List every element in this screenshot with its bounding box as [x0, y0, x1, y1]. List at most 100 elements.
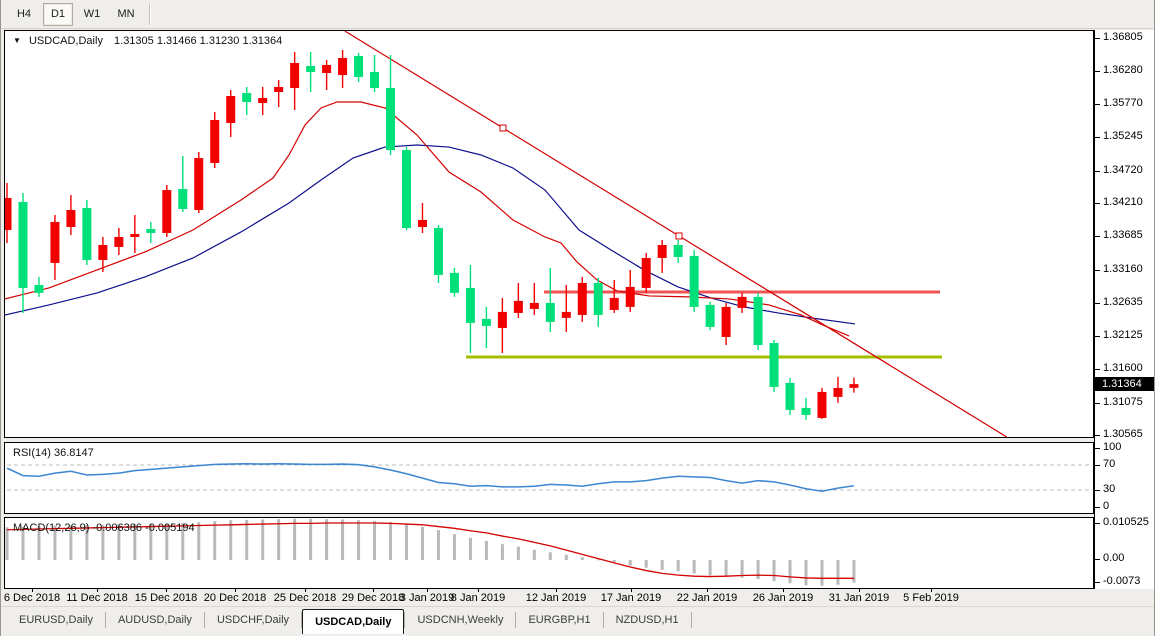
date-axis-label: 25 Dec 2018 [274, 592, 336, 604]
macd-histogram-bar [501, 544, 504, 560]
candle-body [34, 285, 43, 293]
candlestick-chart[interactable] [5, 31, 1093, 437]
rsi-chart[interactable] [5, 443, 1093, 513]
price-axis-label: 1.35245 [1103, 130, 1143, 142]
date-axis-label: 5 Feb 2019 [903, 592, 959, 604]
date-axis-label: 6 Dec 2018 [4, 592, 60, 604]
macd-histogram-bar [453, 534, 456, 560]
macd-histogram-bar [421, 527, 424, 560]
price-axis-tick [1095, 403, 1100, 404]
candle-body [418, 220, 427, 227]
candle-body [98, 245, 107, 260]
chart-tab-usdchf-daily[interactable]: USDCHF,Daily [205, 610, 301, 631]
price-axis[interactable]: 1.368051.362801.357701.352451.347201.342… [1094, 30, 1155, 589]
macd-histogram-bar [277, 519, 280, 560]
date-axis-label: 15 Dec 2018 [135, 592, 197, 604]
main-chart-panel[interactable]: ▼ USDCAD,Daily 1.31305 1.31466 1.31230 1… [4, 30, 1094, 438]
macd-histogram-bar [357, 520, 360, 560]
price-axis-label: 1.34210 [1103, 196, 1143, 208]
macd-histogram-bar [309, 519, 312, 560]
indicator-axis-tick [1095, 582, 1100, 583]
price-axis-tick [1095, 71, 1100, 72]
timeframe-button-h4[interactable]: H4 [9, 3, 39, 26]
candle-body [50, 222, 59, 263]
candle-body [626, 287, 635, 307]
macd-histogram-bar [469, 538, 472, 560]
price-axis-label: 1.30565 [1103, 428, 1143, 440]
indicator-axis-label: 0.010525 [1103, 516, 1149, 528]
macd-histogram-bar [213, 521, 216, 560]
candle-body [306, 66, 315, 72]
price-axis-label: 1.31600 [1103, 362, 1143, 374]
candle-body [66, 210, 75, 227]
price-axis-label: 1.33160 [1103, 263, 1143, 275]
chart-tab-usdcad-daily[interactable]: USDCAD,Daily [302, 609, 404, 634]
price-axis-tick [1095, 104, 1100, 105]
indicator-axis-label: 30 [1103, 483, 1115, 495]
chart-tab-eurusd-daily[interactable]: EURUSD,Daily [7, 610, 105, 631]
candle-body [594, 283, 603, 315]
indicator-axis-tick [1095, 448, 1100, 449]
chart-tab-eurgbp-h1[interactable]: EURGBP,H1 [516, 610, 602, 631]
macd-histogram-bar [629, 560, 632, 566]
macd-indicator-panel[interactable]: MACD(12,26,9) -0.006386 -0.005194 [4, 517, 1094, 589]
macd-histogram-bar [773, 560, 776, 581]
date-axis-label: 8 Jan 2019 [451, 592, 505, 604]
chart-title: ▼ USDCAD,Daily 1.31305 1.31466 1.31230 1… [13, 35, 282, 47]
candle-body [674, 245, 683, 257]
rsi-label: RSI(14) 36.8147 [13, 447, 94, 459]
macd-histogram-bar [293, 519, 296, 560]
candle-body [450, 273, 459, 293]
candle-body [546, 303, 555, 322]
indicator-axis-tick [1095, 559, 1100, 560]
candle-body [754, 297, 763, 345]
candle-body [514, 301, 523, 313]
chart-tab-usdcnh-weekly[interactable]: USDCNH,Weekly [405, 610, 515, 631]
macd-histogram-bar [549, 552, 552, 560]
macd-histogram-bar [805, 560, 808, 585]
price-axis-tick [1095, 236, 1100, 237]
timeframe-button-mn[interactable]: MN [111, 3, 141, 26]
chart-tab-audusd-daily[interactable]: AUDUSD,Daily [106, 610, 204, 631]
price-axis-tick [1095, 336, 1100, 337]
candle-body [402, 150, 411, 228]
candle-body [482, 319, 491, 326]
price-axis-label: 1.32125 [1103, 329, 1143, 341]
candle-body [786, 383, 795, 410]
candle-body [738, 297, 747, 308]
macd-label: MACD(12,26,9) -0.006386 -0.005194 [13, 522, 195, 534]
macd-histogram-bar [389, 522, 392, 560]
dropdown-arrow-icon[interactable]: ▼ [13, 36, 21, 45]
macd-histogram-bar [836, 560, 839, 585]
price-axis-label: 1.34720 [1103, 164, 1143, 176]
candle-body [146, 229, 155, 233]
chart-tab-nzdusd-h1[interactable]: NZDUSD,H1 [604, 610, 691, 631]
timeframe-button-d1[interactable]: D1 [43, 3, 73, 26]
price-axis-tick [1095, 203, 1100, 204]
macd-histogram-bar [581, 557, 584, 560]
price-axis-tick [1095, 137, 1100, 138]
chart-symbol-label: USDCAD,Daily [29, 35, 103, 47]
candle-body [498, 312, 507, 328]
macd-histogram-bar [533, 550, 536, 560]
macd-histogram-bar [405, 524, 408, 560]
date-axis-label: 11 Dec 2018 [66, 592, 128, 604]
macd-histogram-bar [852, 560, 855, 583]
tab-separator [691, 612, 692, 628]
chart-ohlc-values: 1.31305 1.31466 1.31230 1.31364 [114, 35, 282, 47]
macd-histogram-bar [245, 520, 248, 560]
macd-histogram-bar [197, 522, 200, 560]
timeframe-button-w1[interactable]: W1 [77, 3, 107, 26]
macd-histogram-bar [677, 560, 680, 571]
candle-body [242, 93, 251, 102]
candle-body [562, 312, 571, 318]
candle-body [610, 298, 619, 310]
candle-body [849, 384, 858, 388]
macd-histogram-bar [6, 527, 9, 560]
candle-body [706, 305, 715, 327]
candle-body [290, 63, 299, 88]
macd-histogram-bar [820, 560, 823, 586]
rsi-indicator-panel[interactable]: RSI(14) 36.8147 [4, 442, 1094, 514]
date-axis[interactable]: 6 Dec 201811 Dec 201815 Dec 201820 Dec 2… [4, 589, 1094, 606]
macd-histogram-bar [485, 541, 488, 560]
